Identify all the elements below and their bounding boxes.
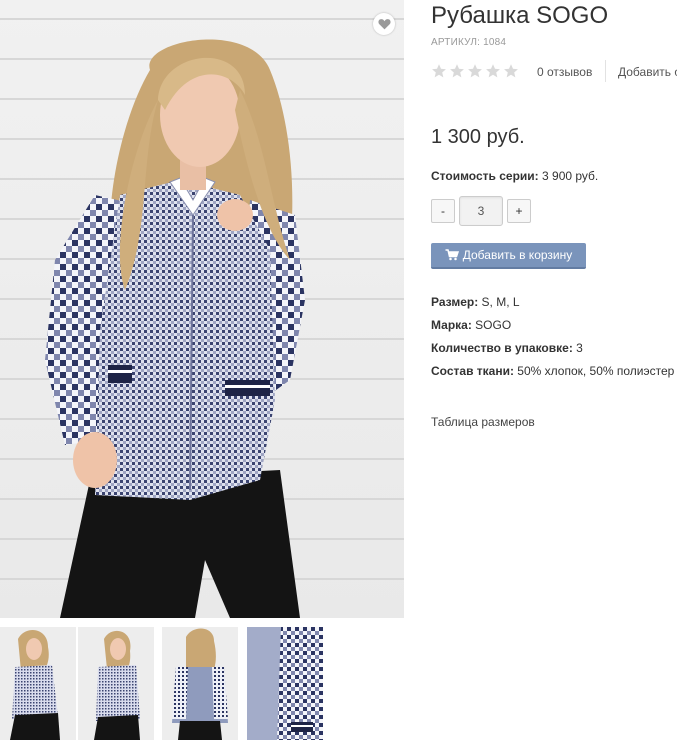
product-main-photo[interactable] <box>0 0 404 618</box>
star-icon[interactable] <box>485 63 501 79</box>
add-to-cart-button[interactable]: Добавить в корзину <box>431 243 586 269</box>
series-price: Стоимость серии: 3 900 руб. <box>431 169 598 183</box>
spec-value: 3 <box>572 341 583 355</box>
product-title: Рубашка SOGO <box>431 2 609 29</box>
add-review-link[interactable]: Добавить о <box>618 65 677 79</box>
spec-label: Состав ткани: <box>431 364 514 378</box>
spec-label: Размер: <box>431 295 479 309</box>
spec-value: S, M, L <box>478 295 520 309</box>
spec-size: Размер: S, M, L <box>431 295 520 309</box>
star-icon[interactable] <box>503 63 519 79</box>
thumbnail-image <box>0 627 76 740</box>
spec-value: SOGO <box>471 318 512 332</box>
star-icon[interactable] <box>467 63 483 79</box>
cart-icon <box>445 249 459 261</box>
heart-icon <box>377 19 391 30</box>
spec-label: Марка: <box>431 318 472 332</box>
series-price-label: Стоимость серии: <box>431 169 539 183</box>
series-price-value: 3 900 руб. <box>538 169 599 183</box>
quantity-decrease-button[interactable]: - <box>431 199 455 223</box>
spec-brand: Марка: SOGO <box>431 318 511 332</box>
thumbnail-image <box>162 627 238 740</box>
rating-stars[interactable] <box>431 63 519 79</box>
reviews-count-link[interactable]: 0 отзывов <box>537 65 592 79</box>
add-to-cart-label: Добавить в корзину <box>462 248 573 262</box>
thumbnail-image <box>78 627 154 740</box>
spec-label: Количество в упаковке: <box>431 341 573 355</box>
size-table-link[interactable]: Таблица размеров <box>431 415 535 429</box>
spec-pack-quantity: Количество в упаковке: 3 <box>431 341 583 355</box>
favorite-button[interactable] <box>373 13 395 35</box>
star-icon[interactable] <box>449 63 465 79</box>
model-illustration <box>45 39 305 618</box>
spec-value: 50% хлопок, 50% полиэстер <box>513 364 675 378</box>
quantity-input[interactable] <box>459 196 503 226</box>
star-icon[interactable] <box>431 63 447 79</box>
thumbnail-2[interactable] <box>78 627 154 740</box>
thumbnail-image <box>247 627 323 740</box>
product-price: 1 300 руб. <box>431 126 525 148</box>
quantity-increase-button[interactable]: + <box>507 199 531 223</box>
spec-fabric: Состав ткани: 50% хлопок, 50% полиэстер <box>431 364 674 378</box>
thumbnail-1[interactable] <box>0 627 76 740</box>
thumbnail-4[interactable] <box>247 627 323 740</box>
divider <box>605 60 606 82</box>
thumbnail-3[interactable] <box>162 627 238 740</box>
product-sku: АРТИКУЛ: 1084 <box>431 37 507 48</box>
